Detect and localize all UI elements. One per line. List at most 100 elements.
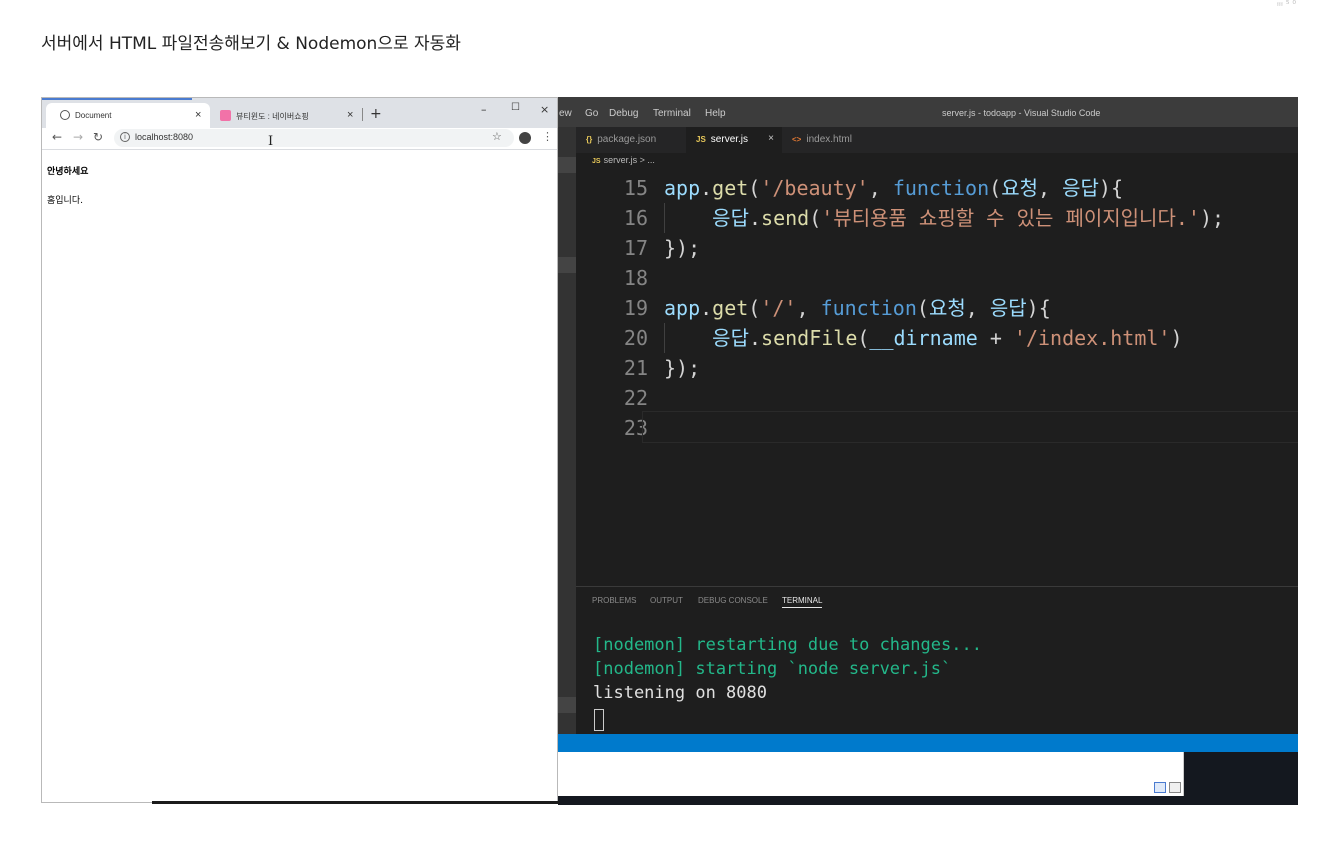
code-token: . — [700, 176, 713, 200]
window-accent — [42, 98, 192, 100]
breadcrumb[interactable]: JS server.js > ... — [592, 155, 655, 165]
code-token: }); — [664, 356, 701, 380]
menu-debug[interactable]: Debug — [609, 108, 638, 119]
code-line[interactable]: 17}); — [578, 233, 1298, 263]
code-token: '/' — [760, 296, 797, 320]
explorer-icon[interactable] — [558, 157, 576, 173]
tab-index-html[interactable]: <> index.html — [782, 127, 872, 153]
code-token: }); — [664, 236, 701, 260]
account-icon[interactable] — [519, 132, 531, 144]
close-icon[interactable]: × — [768, 133, 774, 144]
settings-icon[interactable] — [558, 697, 576, 713]
close-icon[interactable]: × — [347, 109, 353, 121]
code-token: function — [820, 296, 917, 320]
terminal-cursor[interactable] — [594, 709, 604, 731]
line-number: 15 — [623, 176, 648, 200]
menu-go[interactable]: Go — [585, 108, 598, 119]
code-token: . — [748, 326, 762, 350]
list-view-icon[interactable] — [1169, 782, 1181, 793]
globe-icon — [60, 110, 70, 120]
page-title: 서버에서 HTML 파일전송해보기 & Nodemon으로 자동화 — [41, 34, 461, 54]
current-line-highlight — [642, 411, 1298, 443]
json-icon: {} — [586, 135, 593, 144]
line-code: 응답.send('뷰티용품 쇼핑할 수 있는 페이지입니다.'); — [664, 203, 1224, 233]
close-icon[interactable]: × — [195, 109, 201, 121]
code-line[interactable]: 22 — [578, 383, 1298, 413]
menu-terminal[interactable]: Terminal — [653, 108, 691, 119]
taskbar-window-preview — [558, 752, 1184, 796]
maximize-button[interactable]: ☐ — [511, 102, 520, 113]
code-token: . — [700, 296, 713, 320]
line-number: 21 — [623, 356, 648, 380]
panel-tab-terminal[interactable]: TERMINAL — [782, 596, 823, 608]
code-token: ( — [809, 206, 822, 230]
window-shadow — [152, 801, 560, 804]
page-heading: 안녕하세요 — [47, 167, 89, 177]
naver-shopping-favicon — [220, 110, 231, 121]
tab-label: Document — [75, 111, 112, 120]
code-line[interactable]: 16 응답.send('뷰티용품 쇼핑할 수 있는 페이지입니다.'); — [578, 203, 1298, 233]
tab-package-json[interactable]: {} package.json — [576, 127, 686, 153]
vscode-menubar: ew Go Debug Terminal Help server.js - to… — [558, 97, 1298, 127]
activity-bar — [558, 127, 576, 747]
code-token: ) — [1170, 326, 1183, 350]
code-line[interactable]: 15 app.get('/beauty', function(요청, 응답){ — [578, 173, 1298, 203]
tab-naver-shopping[interactable]: 뷰티윈도 : 네이버쇼핑 × — [210, 103, 360, 128]
code-line[interactable]: 19 app.get('/', function(요청, 응답){ — [578, 293, 1298, 323]
menu-help[interactable]: Help — [705, 108, 726, 119]
tab-server-js[interactable]: JS server.js × — [686, 127, 782, 153]
forward-button[interactable]: → — [73, 130, 83, 144]
code-token: 응답 — [712, 206, 749, 230]
breadcrumb-text: server.js > ... — [603, 155, 655, 165]
indent-guide — [664, 323, 665, 353]
menu-view[interactable]: ew — [559, 108, 572, 119]
grid-view-icon[interactable] — [1154, 782, 1166, 793]
code-line[interactable]: 18 — [578, 263, 1298, 293]
extensions-icon[interactable] — [558, 257, 576, 273]
tab-separator — [362, 108, 363, 121]
text-cursor-icon: I — [268, 134, 274, 149]
line-code: 응답.sendFile(__dirname + '/index.html') — [664, 323, 1183, 353]
taskbar — [558, 752, 1298, 805]
menu-kebab-icon[interactable]: ⋮ — [542, 130, 553, 143]
chrome-window: Document × 뷰티윈도 : 네이버쇼핑 × + – ☐ × ← → ↻ … — [41, 97, 558, 803]
panel-tab-problems[interactable]: PROBLEMS — [592, 596, 636, 605]
code-token: function — [892, 176, 990, 200]
new-tab-button[interactable]: + — [370, 106, 382, 122]
code-token: get — [712, 176, 749, 200]
line-code: }); — [664, 233, 700, 263]
reload-button[interactable]: ↻ — [93, 130, 103, 144]
minimize-button[interactable]: – — [481, 103, 487, 116]
panel-tab-debug-console[interactable]: DEBUG CONSOLE — [698, 596, 768, 605]
code-line[interactable]: 21}); — [578, 353, 1298, 383]
address-bar[interactable]: i localhost:8080 — [114, 129, 514, 147]
corner-mark: ፡፡፡ ⁵ ⁰ — [1276, 0, 1296, 10]
info-icon[interactable]: i — [120, 132, 130, 142]
code-token: ){ — [1098, 176, 1123, 200]
terminal-line: [nodemon] restarting due to changes... — [593, 635, 982, 655]
page-paragraph: 홈입니다. — [47, 196, 83, 206]
line-number: 17 — [623, 236, 648, 260]
bookmark-star-icon[interactable]: ☆ — [492, 130, 502, 143]
code-token: 요청 — [1001, 176, 1038, 200]
js-icon: JS — [592, 158, 601, 165]
code-token: , — [796, 296, 821, 320]
code-token: , — [1038, 176, 1063, 200]
code-token: ( — [989, 176, 1002, 200]
code-token: ){ — [1026, 296, 1051, 320]
tab-document[interactable]: Document × — [46, 103, 210, 128]
code-token: '/index.html' — [1013, 326, 1171, 350]
line-number: 22 — [623, 386, 648, 410]
tab-label: 뷰티윈도 : 네이버쇼핑 — [236, 112, 309, 121]
back-button[interactable]: ← — [52, 130, 62, 144]
vscode-window: ew Go Debug Terminal Help server.js - to… — [558, 97, 1298, 805]
code-token: '뷰티용품 쇼핑할 수 있는 페이지입니다.' — [821, 206, 1200, 230]
line-number: 20 — [623, 326, 648, 350]
panel-tab-output[interactable]: OUTPUT — [650, 596, 683, 605]
html-icon: <> — [792, 135, 802, 144]
chrome-tabbar: Document × 뷰티윈도 : 네이버쇼핑 × + – ☐ × — [42, 98, 557, 128]
close-window-button[interactable]: × — [540, 103, 549, 116]
code-token: 응답 — [712, 326, 749, 350]
code-line[interactable]: 20 응답.sendFile(__dirname + '/index.html'… — [578, 323, 1298, 353]
